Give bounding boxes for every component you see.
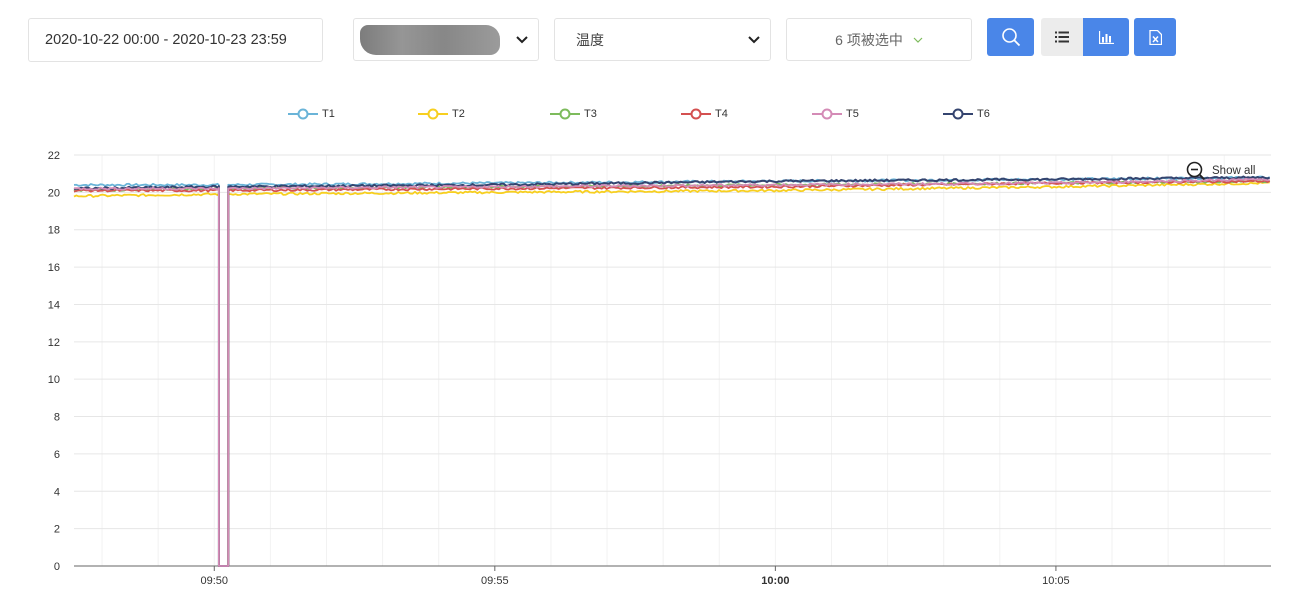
legend-label-t3: T3 — [584, 108, 597, 120]
metric-select[interactable]: 温度 — [554, 18, 771, 61]
legend-item-t6[interactable]: T6 — [943, 108, 990, 120]
toolbar: 2020-10-22 00:00 - 2020-10-23 23:59 温度 6… — [0, 0, 1293, 70]
series-line-t6 — [73, 175, 1271, 567]
legend-label-t5: T5 — [846, 108, 859, 120]
y-tick-label: 4 — [54, 486, 60, 498]
multi-select-summary: 6 项被选中 — [835, 31, 903, 48]
temperature-chart: 0 2 4 6 8 10 12 14 16 18 20 22 09:50 09:55 10:00 10:05 — [0, 140, 1293, 594]
legend-label-t4: T4 — [715, 108, 728, 120]
show-all-button[interactable]: Show all — [1186, 161, 1255, 181]
bar-chart-icon — [1098, 30, 1114, 44]
chevron-down-icon — [516, 35, 528, 43]
legend-item-t3[interactable]: T3 — [550, 108, 597, 120]
search-icon — [1001, 28, 1020, 47]
x-tick-label: 09:50 — [201, 575, 229, 587]
series-line-t2 — [73, 181, 1270, 567]
chevron-down-icon — [748, 35, 760, 43]
legend-item-t4[interactable]: T4 — [681, 108, 728, 120]
list-icon — [1055, 31, 1069, 43]
legend-item-t1[interactable]: T1 — [288, 108, 335, 120]
series-line-t4 — [73, 179, 1270, 567]
chevron-down-icon — [913, 37, 923, 43]
legend-marker-t6 — [943, 108, 973, 120]
list-view-button[interactable] — [1041, 18, 1083, 56]
x-tick-label: 09:55 — [481, 575, 509, 587]
chart-view-button[interactable] — [1083, 18, 1129, 56]
series-line-t1 — [73, 175, 1271, 567]
y-tick-label: 2 — [54, 524, 60, 536]
y-tick-label: 20 — [48, 187, 60, 199]
legend-marker-t1 — [288, 108, 318, 120]
legend-marker-t2 — [418, 108, 448, 120]
show-all-label: Show all — [1212, 165, 1256, 177]
zoom-out-icon — [1186, 161, 1206, 181]
y-tick-label: 6 — [54, 449, 60, 461]
y-tick-label: 18 — [48, 225, 60, 237]
y-tick-label: 16 — [48, 262, 60, 274]
date-range-input[interactable]: 2020-10-22 00:00 - 2020-10-23 23:59 — [28, 18, 323, 62]
y-tick-label: 8 — [54, 412, 60, 424]
x-tick-label: 10:05 — [1042, 575, 1070, 587]
legend-item-t2[interactable]: T2 — [418, 108, 465, 120]
x-tick-label: 10:00 — [761, 575, 789, 587]
date-range-value: 2020-10-22 00:00 - 2020-10-23 23:59 — [45, 32, 287, 48]
legend-marker-t4 — [681, 108, 711, 120]
legend-label-t6: T6 — [977, 108, 990, 120]
legend-item-t5[interactable]: T5 — [812, 108, 859, 120]
redacted-device-name — [360, 25, 500, 55]
search-button[interactable] — [987, 18, 1034, 56]
legend-marker-t5 — [812, 108, 842, 120]
legend-label-t1: T1 — [322, 108, 335, 120]
y-tick-label: 12 — [48, 337, 60, 349]
legend-marker-t3 — [550, 108, 580, 120]
sensor-multi-select[interactable]: 6 项被选中 — [786, 18, 972, 61]
device-select[interactable] — [353, 18, 539, 61]
chart-legend: T1 T2 T3 T4 T5 T6 — [0, 108, 1293, 126]
y-tick-label: 0 — [54, 561, 60, 573]
series-line-t3 — [73, 179, 1271, 567]
legend-label-t2: T2 — [452, 108, 465, 120]
y-tick-label: 14 — [48, 299, 60, 311]
excel-export-icon — [1148, 29, 1162, 45]
y-tick-label: 10 — [48, 374, 60, 386]
series-line-t5 — [73, 177, 1270, 567]
metric-select-value: 温度 — [576, 31, 604, 48]
y-tick-label: 22 — [48, 150, 60, 162]
export-excel-button[interactable] — [1134, 18, 1176, 56]
chart-svg: 0 2 4 6 8 10 12 14 16 18 20 22 09:50 09:55 10:00 10:05 — [48, 150, 1271, 587]
